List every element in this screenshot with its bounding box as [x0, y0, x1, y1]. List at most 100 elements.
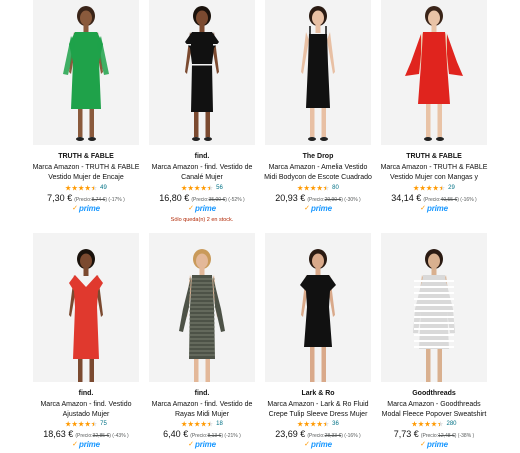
star-rating-icon[interactable]: [65, 421, 97, 427]
product-brand[interactable]: find.: [195, 152, 210, 161]
stock-notice: Sólo queda(n) 2 en stock.: [171, 217, 234, 223]
review-count[interactable]: 280: [446, 421, 456, 427]
product-image[interactable]: [381, 0, 487, 145]
star-icon: [426, 185, 432, 191]
product-card[interactable]: TRUTH & FABLE Marca Amazon - TRUTH & FAB…: [28, 0, 144, 230]
star-icon: [304, 185, 310, 191]
star-icon: [201, 421, 207, 427]
discount: (-16% ): [460, 197, 476, 203]
product-brand[interactable]: find.: [79, 389, 94, 398]
star-rating-icon[interactable]: [297, 185, 329, 191]
rating[interactable]: 56: [181, 185, 223, 191]
star-icon: [72, 421, 78, 427]
rating[interactable]: 80: [297, 185, 339, 191]
product-card[interactable]: The Drop Marca Amazon - Amelia Vestido M…: [260, 0, 376, 230]
review-count[interactable]: 29: [448, 185, 455, 191]
model-photo: [381, 233, 487, 382]
star-icon: [323, 421, 329, 427]
prime-label: prime: [79, 204, 100, 213]
product-card[interactable]: Goodthreads Marca Amazon - Goodthreads M…: [376, 233, 492, 453]
product-image[interactable]: [265, 0, 371, 145]
star-rating-icon[interactable]: [65, 185, 97, 191]
product-title[interactable]: Marca Amazon - TRUTH & FABLE Vestido Muj…: [30, 163, 142, 183]
star-icon: [424, 421, 430, 427]
product-title[interactable]: Marca Amazon - find. Vestido Ajustado Mu…: [30, 400, 142, 419]
review-count[interactable]: 80: [332, 185, 339, 191]
prime-label: prime: [311, 204, 332, 213]
star-rating-icon[interactable]: [181, 185, 213, 191]
product-brand[interactable]: find.: [195, 389, 210, 398]
star-icon: [297, 421, 303, 427]
review-count[interactable]: 36: [332, 421, 339, 427]
price-line: 7,30 € (Precio:8,74 €) (-17% ): [47, 193, 125, 203]
star-icon: [194, 185, 200, 191]
prime-badge: ✓ prime: [420, 204, 448, 213]
price: 6,40 €: [163, 429, 188, 439]
product-image[interactable]: [381, 233, 487, 382]
old-price: 35,00 €: [209, 197, 226, 203]
model-photo: [265, 233, 371, 382]
product-card[interactable]: Lark & Ro Marca Amazon - Lark & Ro Fluid…: [260, 233, 376, 453]
product-brand[interactable]: Lark & Ro: [301, 389, 334, 398]
price-line: 34,14 € (Precio:40,55 €) (-16% ): [391, 193, 476, 203]
star-icon: [188, 421, 194, 427]
product-title[interactable]: Marca Amazon - Lark & Ro Fluid Crepe Tul…: [262, 400, 374, 419]
product-image[interactable]: [33, 0, 139, 145]
star-icon: [85, 185, 91, 191]
product-image[interactable]: [149, 0, 255, 145]
review-count[interactable]: 56: [216, 185, 223, 191]
product-image[interactable]: [33, 233, 139, 382]
prime-label: prime: [427, 204, 448, 213]
review-count[interactable]: 18: [216, 421, 223, 427]
prime-check-icon: ✓: [72, 205, 78, 212]
product-brand[interactable]: The Drop: [303, 152, 334, 161]
product-card[interactable]: find. Marca Amazon - find. Vestido de Ra…: [144, 233, 260, 453]
product-brand[interactable]: Goodthreads: [412, 389, 456, 398]
price: 20,93 €: [275, 193, 305, 203]
prime-badge: ✓ prime: [72, 440, 100, 449]
product-title[interactable]: Marca Amazon - TRUTH & FABLE Vestido Muj…: [378, 163, 490, 183]
product-title[interactable]: Marca Amazon - Goodthreads Modal Fleece …: [378, 400, 490, 419]
star-icon: [78, 185, 84, 191]
discount: (-38% ): [458, 433, 474, 439]
prime-check-icon: ✓: [188, 205, 194, 212]
price-line: 16,80 € (Precio:35,00 €) (-52% ): [159, 193, 244, 203]
product-card[interactable]: find. Marca Amazon - find. Vestido de Ca…: [144, 0, 260, 230]
product-title[interactable]: Marca Amazon - find. Vestido de Rayas Mi…: [146, 400, 258, 419]
rating[interactable]: 36: [297, 421, 339, 427]
model-photo: [265, 0, 371, 145]
price-line: 18,63 € (Precio:32,85 €) (-43% ): [43, 429, 128, 439]
prime-badge: ✓ prime: [188, 440, 216, 449]
product-brand[interactable]: TRUTH & FABLE: [406, 152, 462, 161]
product-brand[interactable]: TRUTH & FABLE: [58, 152, 114, 161]
product-card[interactable]: TRUTH & FABLE Marca Amazon - TRUTH & FAB…: [376, 0, 492, 230]
product-image[interactable]: [149, 233, 255, 382]
product-card[interactable]: find. Marca Amazon - find. Vestido Ajust…: [28, 233, 144, 453]
prime-check-icon: ✓: [420, 441, 426, 448]
star-rating-icon[interactable]: [411, 421, 443, 427]
rating[interactable]: 29: [413, 185, 455, 191]
product-title[interactable]: Marca Amazon - Amelia Vestido Midi Bodyc…: [262, 163, 374, 183]
old-price-info: (Precio:8,74 €) (-17% ): [74, 197, 125, 203]
rating[interactable]: 75: [65, 421, 107, 427]
model-photo: [149, 233, 255, 382]
review-count[interactable]: 75: [100, 421, 107, 427]
product-image[interactable]: [265, 233, 371, 382]
star-icon: [78, 421, 84, 427]
old-price-info: (Precio:12,48 €) (-38% ): [421, 433, 474, 439]
product-title[interactable]: Marca Amazon - find. Vestido de Canalé M…: [146, 163, 258, 183]
star-icon: [207, 421, 213, 427]
rating[interactable]: 280: [411, 421, 456, 427]
star-rating-icon[interactable]: [181, 421, 213, 427]
rating[interactable]: 18: [181, 421, 223, 427]
star-icon: [181, 185, 187, 191]
discount: (-16% ): [344, 433, 360, 439]
review-count[interactable]: 49: [100, 185, 107, 191]
old-price-label: Precio:: [309, 197, 325, 203]
star-rating-icon[interactable]: [297, 421, 329, 427]
prime-badge: ✓ prime: [304, 204, 332, 213]
rating[interactable]: 49: [65, 185, 107, 191]
star-icon: [65, 421, 71, 427]
star-rating-icon[interactable]: [413, 185, 445, 191]
prime-badge: ✓ prime: [420, 440, 448, 449]
